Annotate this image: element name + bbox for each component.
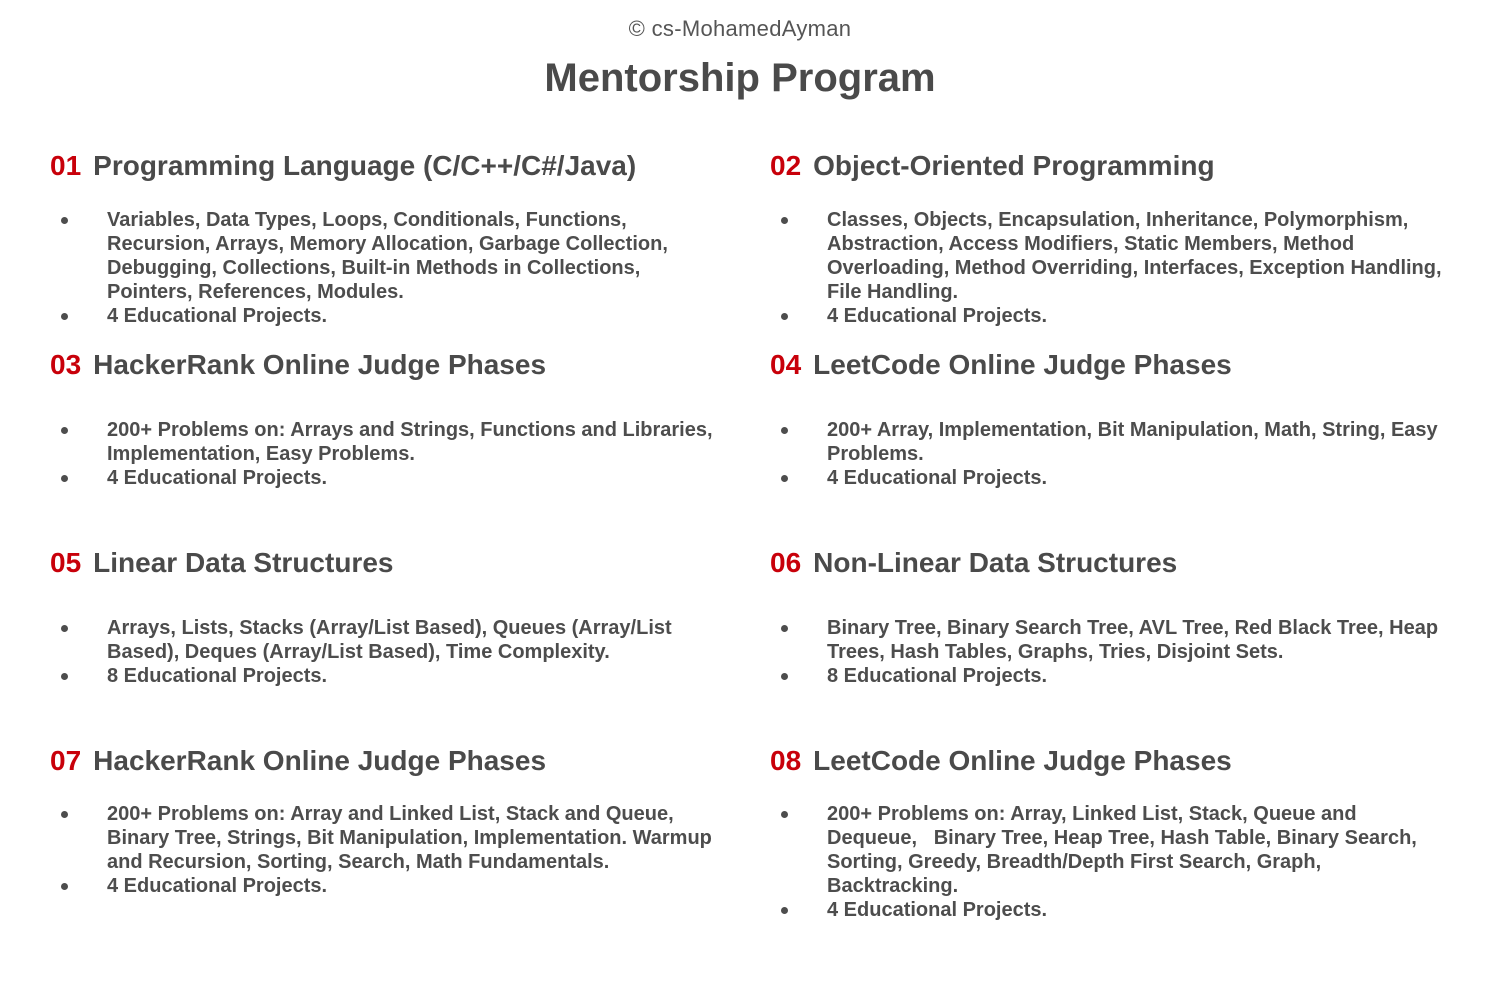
section-number: 05 [50, 547, 82, 578]
section-number: 02 [770, 150, 802, 181]
section-title: LeetCode Online Judge Phases [813, 349, 1232, 380]
section-number: 04 [770, 349, 802, 380]
list-item: 4 Educational Projects. [770, 466, 1450, 490]
list-item: 200+ Problems on: Array and Linked List,… [50, 802, 730, 874]
section-heading: 03 HackerRank Online Judge Phases [50, 349, 740, 381]
bullet-list: 200+ Problems on: Array and Linked List,… [50, 802, 730, 898]
section-01: 01 Programming Language (C/C++/C#/Java) V… [50, 150, 740, 327]
bullet-list: Arrays, Lists, Stacks (Array/List Based)… [50, 616, 730, 688]
bullet-list: Classes, Objects, Encapsulation, Inherit… [770, 208, 1450, 328]
list-item: 200+ Array, Implementation, Bit Manipula… [770, 418, 1450, 466]
section-07: 07 HackerRank Online Judge Phases 200+ Pr… [50, 745, 740, 897]
section-03: 03 HackerRank Online Judge Phases 200+ Pr… [50, 349, 740, 489]
bullet-list: Binary Tree, Binary Search Tree, AVL Tre… [770, 616, 1450, 688]
section-heading: 08 LeetCode Online Judge Phases [770, 745, 1460, 777]
list-item: Variables, Data Types, Loops, Conditiona… [50, 208, 730, 304]
bullet-list: 200+ Array, Implementation, Bit Manipula… [770, 418, 1450, 490]
bullet-list: 200+ Problems on: Array, Linked List, St… [770, 802, 1450, 922]
bullet-list: Variables, Data Types, Loops, Conditiona… [50, 208, 730, 328]
section-heading: 02 Object-Oriented Programming [770, 150, 1460, 182]
page-title: Mentorship Program [544, 56, 936, 100]
section-title: LeetCode Online Judge Phases [813, 745, 1232, 776]
section-heading: 05 Linear Data Structures [50, 547, 740, 579]
list-item: 8 Educational Projects. [50, 664, 730, 688]
section-number: 08 [770, 745, 802, 776]
section-number: 06 [770, 547, 802, 578]
section-06: 06 Non-Linear Data Structures Binary Tree… [770, 547, 1460, 687]
list-item: 4 Educational Projects. [50, 874, 730, 898]
section-title: HackerRank Online Judge Phases [93, 745, 547, 776]
list-item: 8 Educational Projects. [770, 664, 1450, 688]
section-02: 02 Object-Oriented Programming Classes, O… [770, 150, 1460, 327]
section-heading: 04 LeetCode Online Judge Phases [770, 349, 1460, 381]
list-item: 4 Educational Projects. [770, 304, 1450, 328]
list-item: 4 Educational Projects. [770, 898, 1450, 922]
bullet-list: 200+ Problems on: Arrays and Strings, Fu… [50, 418, 730, 490]
section-title: Linear Data Structures [93, 547, 394, 578]
section-title: Programming Language (C/C++/C#/Java) [93, 150, 637, 181]
section-title: Non-Linear Data Structures [813, 547, 1178, 578]
section-number: 03 [50, 349, 82, 380]
section-05: 05 Linear Data Structures Arrays, Lists, … [50, 547, 740, 687]
section-title: Object-Oriented Programming [813, 150, 1215, 181]
list-item: 4 Educational Projects. [50, 304, 730, 328]
section-number: 07 [50, 745, 82, 776]
list-item: 4 Educational Projects. [50, 466, 730, 490]
section-heading: 01 Programming Language (C/C++/C#/Java) [50, 150, 740, 182]
list-item: 200+ Problems on: Arrays and Strings, Fu… [50, 418, 730, 466]
section-heading: 06 Non-Linear Data Structures [770, 547, 1460, 579]
section-heading: 07 HackerRank Online Judge Phases [50, 745, 740, 777]
list-item: Binary Tree, Binary Search Tree, AVL Tre… [770, 616, 1450, 664]
section-04: 04 LeetCode Online Judge Phases 200+ Arra… [770, 349, 1460, 489]
section-08: 08 LeetCode Online Judge Phases 200+ Prob… [770, 745, 1460, 921]
copyright-text: © cs-MohamedAyman [628, 16, 852, 41]
section-title: HackerRank Online Judge Phases [93, 349, 547, 380]
section-number: 01 [50, 150, 82, 181]
list-item: Arrays, Lists, Stacks (Array/List Based)… [50, 616, 730, 664]
list-item: 200+ Problems on: Array, Linked List, St… [770, 802, 1450, 898]
list-item: Classes, Objects, Encapsulation, Inherit… [770, 208, 1450, 304]
